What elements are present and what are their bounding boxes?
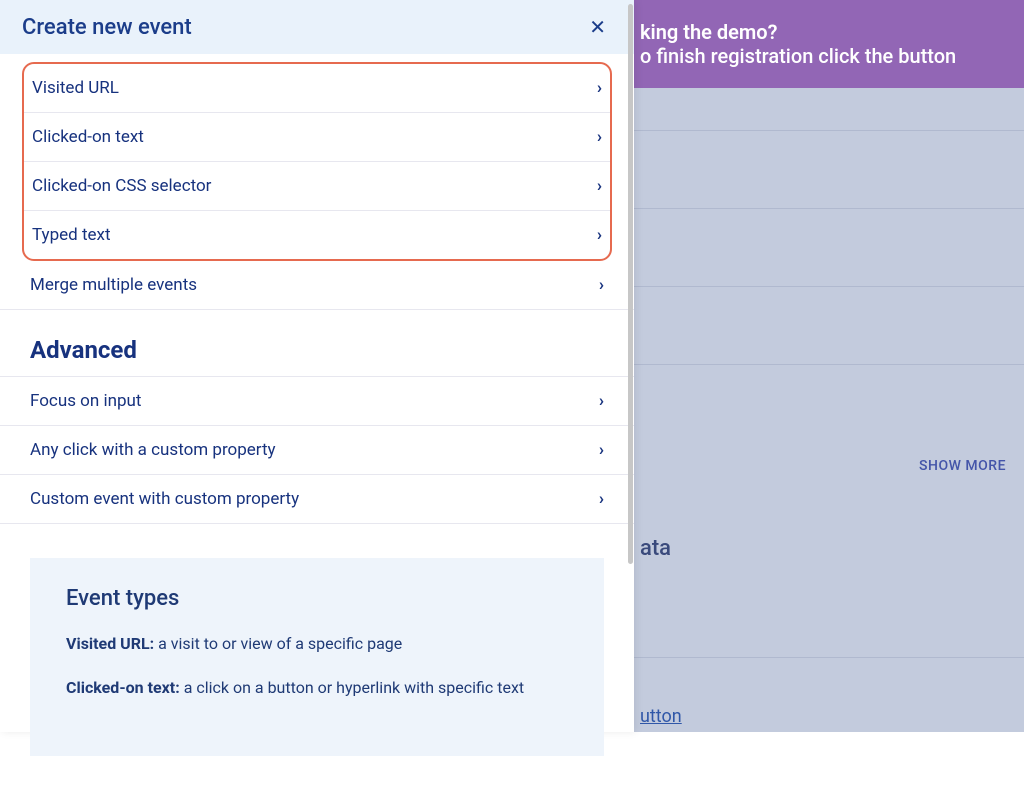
event-any-click-custom-property[interactable]: Any click with a custom property ›	[0, 426, 634, 475]
event-label: Clicked-on CSS selector	[32, 176, 211, 196]
event-label: Visited URL	[32, 78, 119, 98]
bg-button-link[interactable]: utton	[640, 706, 682, 727]
create-event-panel: Create new event ✕ Visited URL › Clicked…	[0, 0, 634, 732]
info-heading: Event types	[66, 586, 568, 611]
event-visited-url[interactable]: Visited URL ›	[24, 64, 610, 113]
info-term: Clicked-on text:	[66, 678, 180, 697]
event-label: Any click with a custom property	[30, 440, 276, 460]
event-clicked-on-css-selector[interactable]: Clicked-on CSS selector ›	[24, 162, 610, 211]
chevron-right-icon: ›	[597, 176, 602, 196]
scrollbar-thumb[interactable]	[628, 4, 633, 564]
chevron-right-icon: ›	[597, 127, 602, 147]
panel-body: Visited URL › Clicked-on text › Clicked-…	[0, 62, 634, 796]
panel-scrollbar[interactable]	[627, 0, 634, 732]
demo-banner-line1: king the demo?	[640, 20, 1024, 44]
chevron-right-icon: ›	[599, 391, 604, 411]
primary-events-group: Visited URL › Clicked-on text › Clicked-…	[22, 62, 612, 261]
event-focus-on-input[interactable]: Focus on input ›	[0, 376, 634, 426]
bg-section-title: ata	[640, 536, 671, 561]
event-label: Focus on input	[30, 391, 141, 411]
info-desc: a click on a button or hyperlink with sp…	[180, 678, 524, 697]
event-label: Typed text	[32, 225, 111, 245]
advanced-events-group: Focus on input › Any click with a custom…	[0, 376, 634, 524]
advanced-heading: Advanced	[0, 310, 634, 376]
info-desc: a visit to or view of a specific page	[154, 634, 402, 653]
info-def-visited-url: Visited URL: a visit to or view of a spe…	[66, 633, 568, 655]
info-term: Visited URL:	[66, 634, 154, 653]
panel-header: Create new event ✕	[0, 0, 634, 54]
chevron-right-icon: ›	[599, 440, 604, 460]
event-custom-event-custom-property[interactable]: Custom event with custom property ›	[0, 475, 634, 524]
close-button[interactable]: ✕	[583, 11, 612, 44]
event-label: Merge multiple events	[30, 275, 197, 295]
event-merge-multiple[interactable]: Merge multiple events ›	[0, 261, 634, 310]
event-label: Clicked-on text	[32, 127, 144, 147]
panel-title: Create new event	[22, 15, 192, 40]
event-label: Custom event with custom property	[30, 489, 299, 509]
event-types-info-card: Event types Visited URL: a visit to or v…	[30, 558, 604, 756]
chevron-right-icon: ›	[599, 489, 604, 509]
chevron-right-icon: ›	[597, 78, 602, 98]
event-clicked-on-text[interactable]: Clicked-on text ›	[24, 113, 610, 162]
chevron-right-icon: ›	[599, 275, 604, 295]
chevron-right-icon: ›	[597, 225, 602, 245]
show-more-link[interactable]: SHOW MORE	[919, 458, 1006, 474]
info-def-clicked-on-text: Clicked-on text: a click on a button or …	[66, 677, 568, 699]
close-icon: ✕	[589, 17, 606, 39]
event-typed-text[interactable]: Typed text ›	[24, 211, 610, 259]
demo-banner-line2: o finish registration click the button	[640, 44, 1024, 68]
